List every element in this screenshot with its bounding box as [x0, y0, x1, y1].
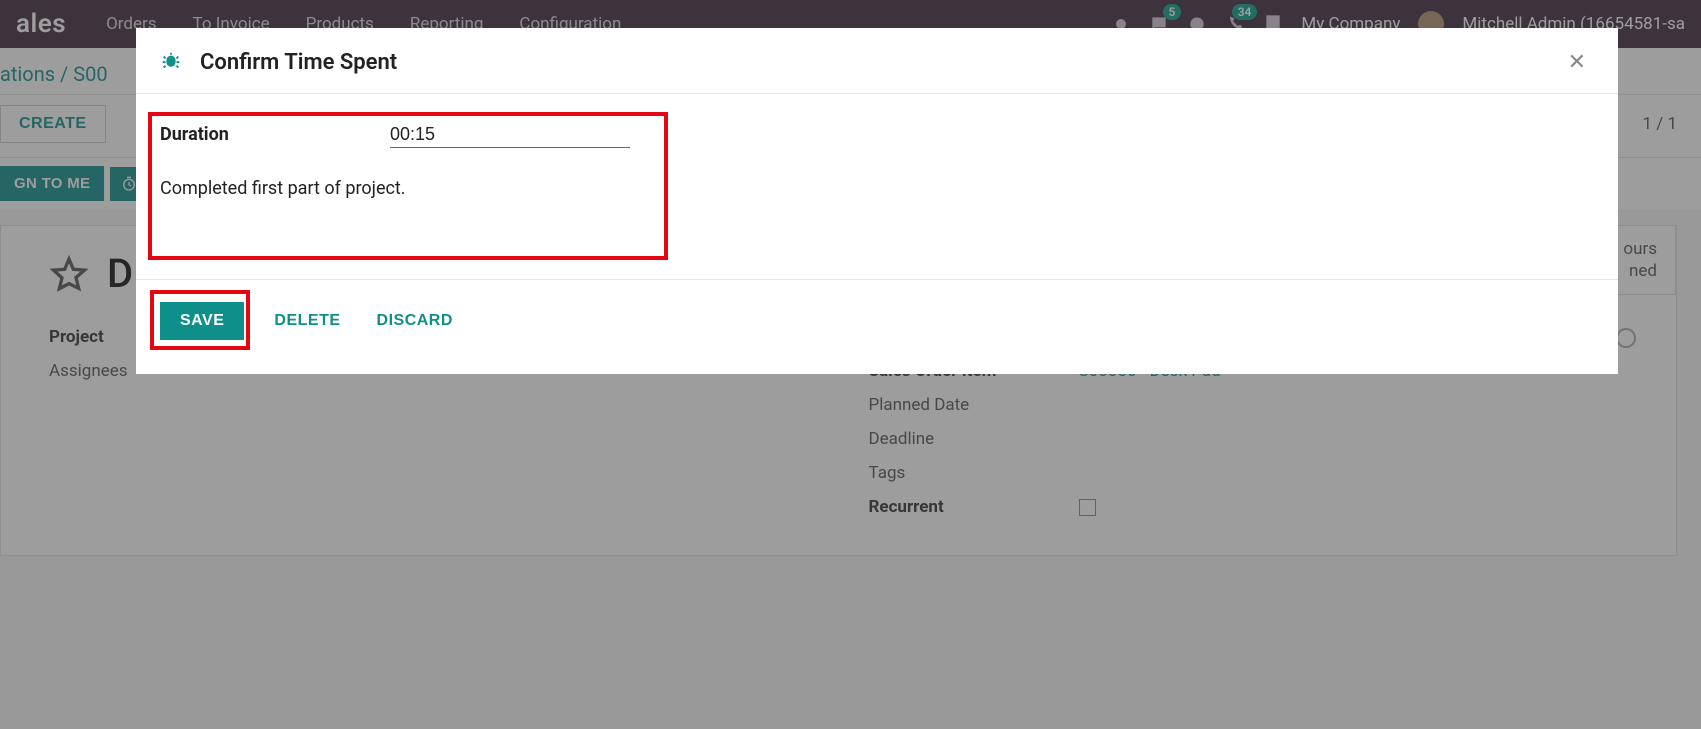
bug-icon [160, 52, 182, 74]
save-button[interactable]: SAVE [160, 302, 244, 340]
time-description[interactable]: Completed first part of project. [160, 178, 1594, 199]
modal-body: Duration Completed first part of project… [136, 94, 1618, 259]
duration-input[interactable] [390, 122, 630, 148]
modal-footer: SAVE DELETE DISCARD [136, 280, 1618, 374]
discard-button[interactable]: DISCARD [371, 302, 459, 340]
confirm-time-modal: Confirm Time Spent ✕ Duration Completed … [136, 28, 1618, 374]
close-icon[interactable]: ✕ [1560, 46, 1594, 79]
delete-button[interactable]: DELETE [268, 302, 346, 340]
modal-header: Confirm Time Spent ✕ [136, 28, 1618, 94]
modal-title: Confirm Time Spent [200, 50, 397, 75]
duration-row: Duration [160, 122, 1594, 148]
duration-label: Duration [160, 124, 390, 145]
